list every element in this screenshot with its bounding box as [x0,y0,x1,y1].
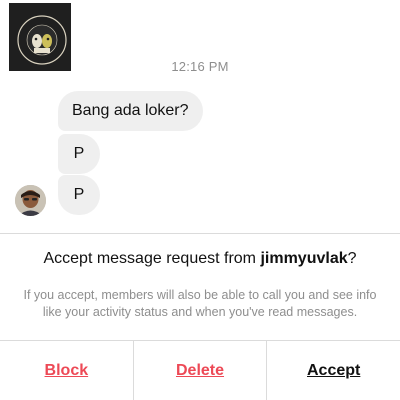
request-username[interactable]: jimmyuvlak [260,250,347,267]
message-bubble[interactable]: P [58,134,100,174]
section-divider [0,233,400,234]
request-title-text: Accept message request from [43,250,261,267]
message-text: Bang ada loker? [72,102,189,119]
message-bubble[interactable]: P [58,175,100,215]
accept-button[interactable]: Accept [267,341,400,400]
message-bubble[interactable]: Bang ada loker? [58,91,203,131]
avatar-image [15,185,46,216]
request-title-suffix: ? [347,250,357,267]
delete-button[interactable]: Delete [134,341,268,400]
sender-avatar[interactable] [15,185,46,216]
message-timestamp: 12:16 PM [171,59,229,74]
request-title: Accept message request from jimmyuvlak? [0,250,400,268]
block-button[interactable]: Block [0,341,134,400]
request-actions: Block Delete Accept [0,341,400,400]
message-text: P [73,186,85,203]
message-text: P [73,145,85,162]
request-description: If you accept, members will also be able… [23,288,377,319]
